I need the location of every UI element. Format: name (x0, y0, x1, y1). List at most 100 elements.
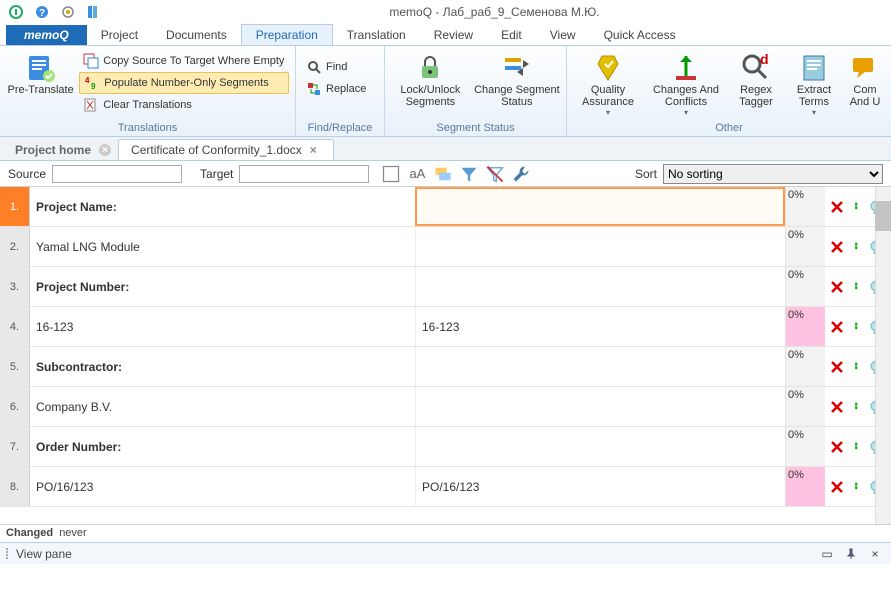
pin-icon[interactable] (841, 544, 861, 564)
table-row[interactable]: 8.PO/16/123PO/16/1230% (0, 467, 891, 507)
status-icon[interactable] (825, 427, 849, 466)
qa-button[interactable]: Quality Assurance▾ (573, 48, 643, 117)
status-icon[interactable] (825, 347, 849, 386)
case-icon[interactable]: aA (407, 164, 427, 184)
tab-preparation[interactable]: Preparation (241, 24, 333, 45)
source-filter-label: Source (8, 167, 46, 181)
target-cell[interactable] (415, 267, 785, 306)
scrollbar[interactable] (875, 187, 891, 524)
replace-button[interactable]: Replace (302, 78, 370, 100)
populate-numbers-button[interactable]: 49 Populate Number-Only Segments (79, 72, 289, 94)
ribbon: Pre-Translate Copy Source To Target Wher… (0, 45, 891, 137)
clear-translations-button[interactable]: Clear Translations (79, 94, 289, 116)
translation-grid: 1.Project Name:0%2.Yamal LNG Module0%3.P… (0, 187, 891, 524)
close-pane-icon[interactable]: × (865, 544, 885, 564)
source-cell[interactable]: PO/16/123 (30, 467, 415, 506)
tab-translation[interactable]: Translation (333, 25, 420, 45)
table-row[interactable]: 4.16-12316-1230% (0, 307, 891, 347)
table-row[interactable]: 3.Project Number:0% (0, 267, 891, 307)
row-number: 1. (0, 187, 30, 226)
source-cell[interactable]: Yamal LNG Module (30, 227, 415, 266)
source-filter-input[interactable] (52, 165, 182, 183)
target-cell[interactable] (415, 227, 785, 266)
app-tab[interactable]: memoQ (6, 25, 87, 45)
wrench-icon[interactable] (511, 164, 531, 184)
row-number: 7. (0, 427, 30, 466)
resources-icon[interactable] (84, 2, 104, 22)
filter-icon[interactable] (459, 164, 479, 184)
lock-segments-button[interactable]: Lock/Unlock Segments (391, 48, 470, 108)
tags-icon[interactable] (433, 164, 453, 184)
status-icon[interactable] (825, 467, 849, 506)
source-cell[interactable]: Project Name: (30, 187, 415, 226)
source-cell[interactable]: Subcontractor: (30, 347, 415, 386)
source-cell[interactable]: 16-123 (30, 307, 415, 346)
tab-project[interactable]: Project (87, 25, 152, 45)
group-label-translations: Translations (6, 120, 289, 136)
svg-text:d: d (760, 52, 769, 67)
target-cell[interactable] (415, 347, 785, 386)
match-percent: 0% (785, 307, 825, 346)
target-cell[interactable]: PO/16/123 (415, 467, 785, 506)
close-icon[interactable]: × (310, 143, 317, 157)
options-icon[interactable] (58, 2, 78, 22)
status-icon[interactable] (825, 387, 849, 426)
changes-conflicts-button[interactable]: Changes And Conflicts▾ (647, 48, 725, 117)
table-row[interactable]: 7.Order Number: 0% (0, 427, 891, 467)
status-icon[interactable] (825, 307, 849, 346)
toggle-icon[interactable] (381, 164, 401, 184)
pretranslate-label: Pre-Translate (8, 84, 74, 96)
group-label-segmentstatus: Segment Status (391, 120, 560, 136)
table-row[interactable]: 1.Project Name: 0% (0, 187, 891, 227)
status-icon[interactable] (825, 267, 849, 306)
tab-view[interactable]: View (536, 25, 590, 45)
target-cell[interactable] (415, 387, 785, 426)
group-label-findreplace: Find/Replace (302, 120, 378, 136)
row-number: 5. (0, 347, 30, 386)
filter-bar: Source Target aA Sort No sorting (0, 161, 891, 187)
match-percent: 0% (785, 467, 825, 506)
match-percent: 0% (785, 267, 825, 306)
source-cell[interactable]: Company B.V. (30, 387, 415, 426)
sort-select[interactable]: No sorting (663, 164, 883, 184)
close-icon[interactable]: × (99, 144, 111, 156)
status-icon[interactable] (825, 227, 849, 266)
tab-review[interactable]: Review (420, 25, 487, 45)
source-cell[interactable]: Project Number: (30, 267, 415, 306)
svg-text:9: 9 (91, 82, 96, 91)
table-row[interactable]: 5.Subcontractor: 0% (0, 347, 891, 387)
target-cell[interactable] (415, 427, 785, 466)
tab-quick-access[interactable]: Quick Access (590, 25, 690, 45)
tab-edit[interactable]: Edit (487, 25, 536, 45)
view-pane-bar[interactable]: View pane ▭ × (0, 542, 891, 564)
match-percent: 0% (785, 347, 825, 386)
copy-source-button[interactable]: Copy Source To Target Where Empty (79, 50, 289, 72)
target-cell[interactable]: 16-123 (415, 307, 785, 346)
extract-terms-button[interactable]: Extract Terms▾ (787, 48, 841, 117)
row-number: 6. (0, 387, 30, 426)
tab-project-home[interactable]: Project home × (2, 139, 116, 160)
help-icon[interactable]: ? (32, 2, 52, 22)
match-percent: 0% (785, 427, 825, 466)
target-filter-label: Target (200, 167, 233, 181)
find-button[interactable]: Find (302, 56, 370, 78)
svg-text:4: 4 (85, 76, 90, 85)
tab-active-doc[interactable]: Certificate of Conformity_1.docx × (118, 139, 334, 160)
group-label-other: Other (573, 120, 885, 136)
pretranslate-button[interactable]: Pre-Translate (6, 48, 75, 96)
target-cell[interactable] (415, 187, 785, 226)
minimize-pane-icon[interactable]: ▭ (817, 544, 837, 564)
source-cell[interactable]: Order Number: (30, 427, 415, 466)
table-row[interactable]: 2.Yamal LNG Module0% (0, 227, 891, 267)
target-filter-input[interactable] (239, 165, 369, 183)
match-percent: 0% (785, 187, 825, 226)
regex-tagger-button[interactable]: dRegex Tagger (729, 48, 783, 108)
filter-clear-icon[interactable] (485, 164, 505, 184)
change-status-button[interactable]: Change Segment Status (474, 48, 560, 108)
status-icon[interactable] (825, 187, 849, 226)
row-number: 8. (0, 467, 30, 506)
app-icon[interactable] (6, 2, 26, 22)
comments-button[interactable]: Com And U (845, 48, 885, 108)
table-row[interactable]: 6.Company B.V.0% (0, 387, 891, 427)
tab-documents[interactable]: Documents (152, 25, 241, 45)
